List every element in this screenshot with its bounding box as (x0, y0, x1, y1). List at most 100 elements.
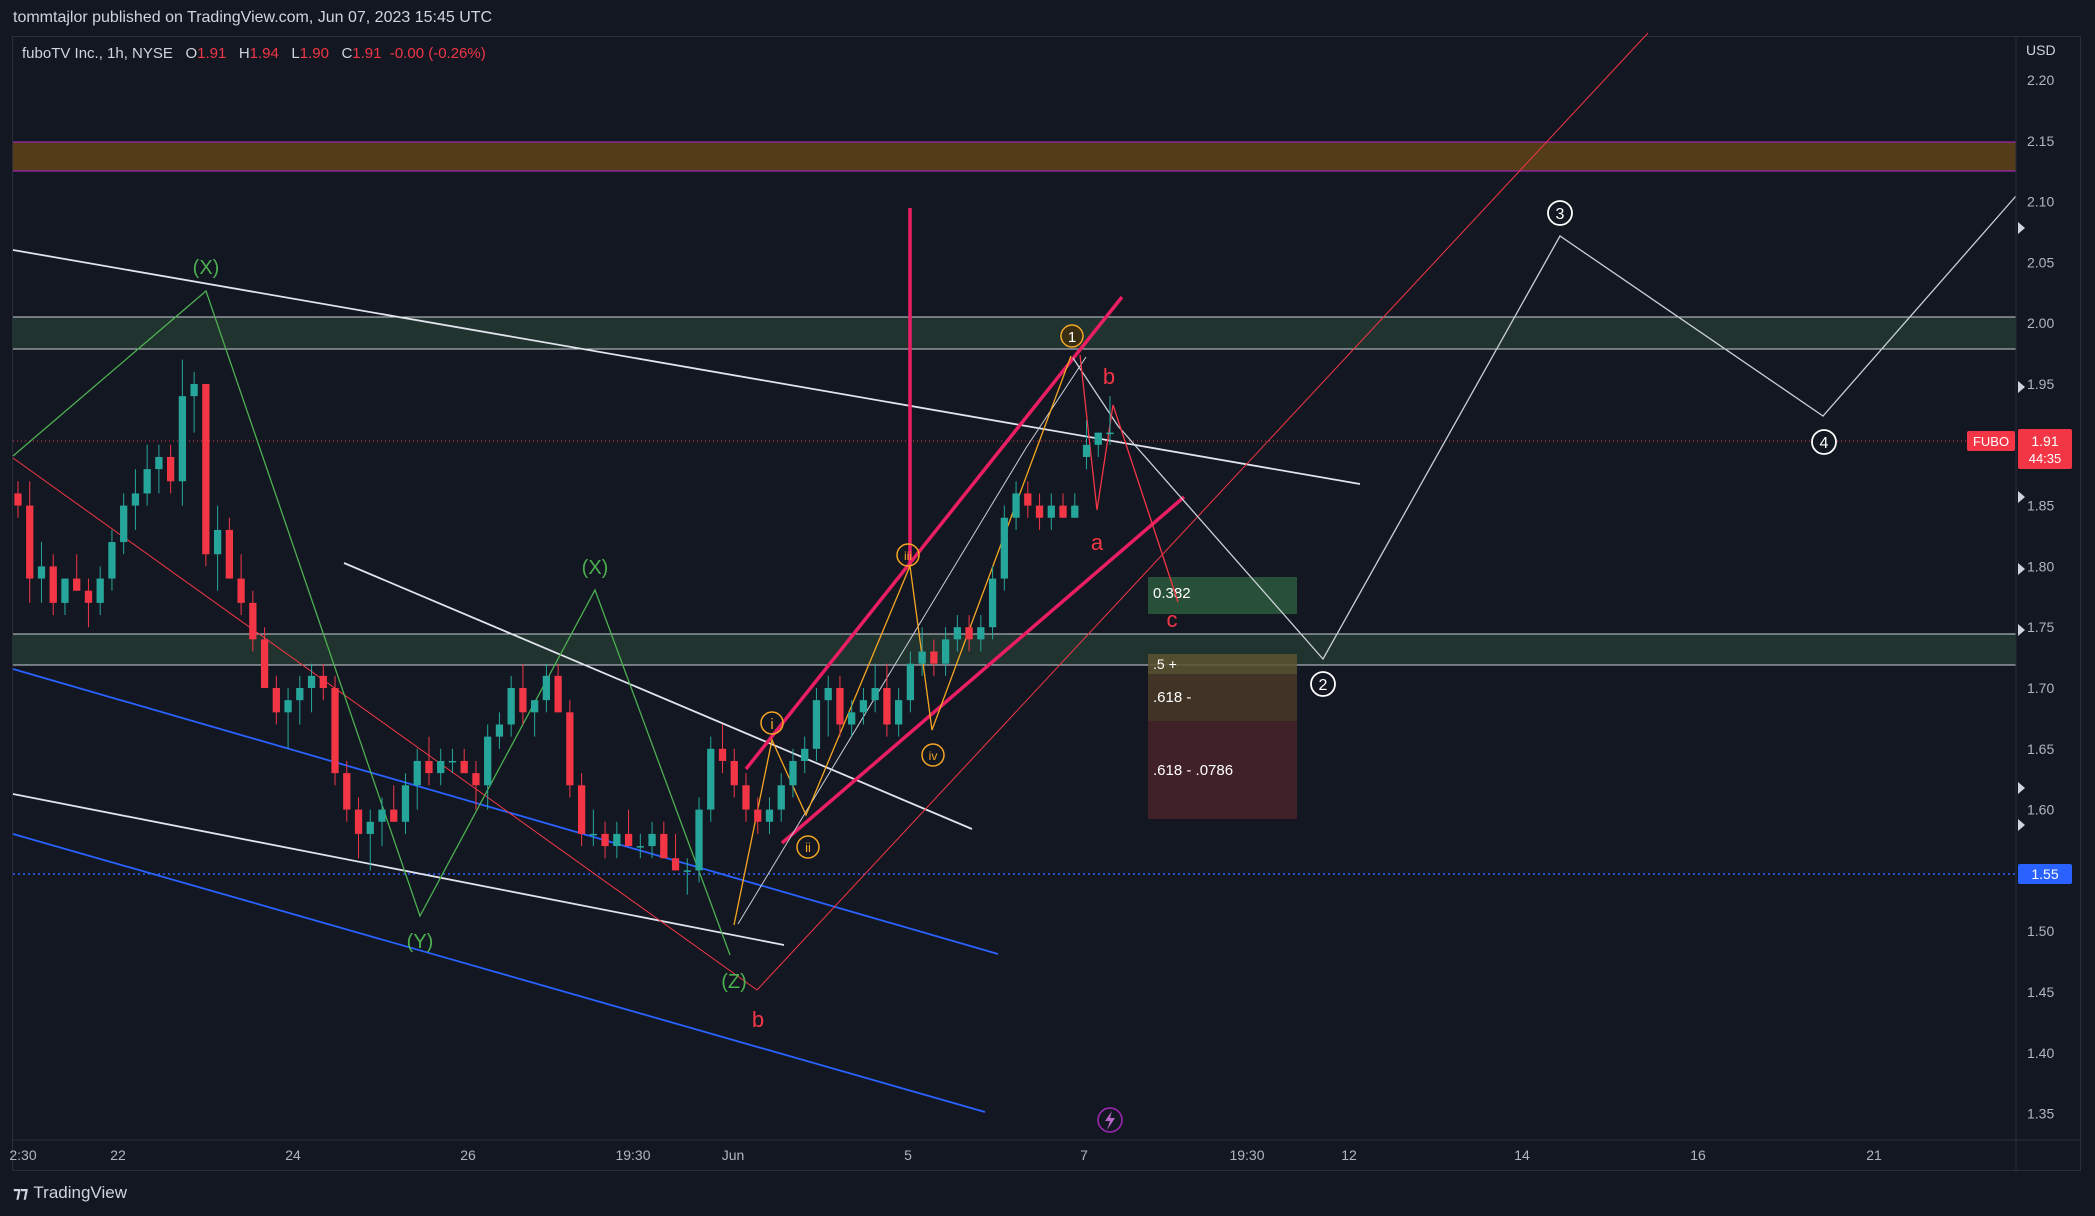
bullish-candle (448, 760, 457, 763)
bullish-candle (848, 712, 856, 725)
price-tick-label: 2.15 (2027, 133, 2054, 149)
bullish-candle (589, 833, 597, 836)
fib-label-0618: .618 - (1153, 689, 1191, 706)
bullish-candle (542, 675, 551, 701)
bullish-candle (1071, 505, 1079, 518)
bearish-candle (965, 627, 973, 640)
event-lightning-icon[interactable] (1097, 1107, 1123, 1133)
price-tick-label: 1.45 (2027, 984, 2054, 1000)
bearish-candle (272, 688, 280, 713)
bearish-candle (554, 675, 562, 713)
price-tick-label: 1.95 (2027, 376, 2054, 392)
bearish-candle (660, 833, 668, 859)
close-label: C (341, 45, 353, 62)
svg-text:ii: ii (805, 840, 811, 855)
bearish-candle (624, 833, 633, 847)
price-tick-label: 1.50 (2027, 923, 2054, 939)
bearish-candle (260, 639, 269, 688)
bullish-candle (1094, 432, 1102, 445)
axis-marker-icon (2018, 782, 2025, 794)
bullish-candle (988, 578, 997, 628)
bullish-candle (1000, 517, 1008, 579)
fib-label-0618-0786: .618 - .0786 (1153, 762, 1233, 779)
fib-label-0382: 0.382 (1153, 585, 1191, 602)
bullish-candle (765, 809, 774, 822)
white-wave-2: 2 (1310, 671, 1336, 697)
svg-text:3: 3 (1556, 206, 1565, 223)
change-value: -0.00 (-0.26%) (389, 45, 486, 62)
bearish-candle (566, 712, 574, 786)
bearish-candle (390, 809, 398, 822)
bullish-candle (1012, 493, 1020, 518)
bearish-candle (14, 493, 22, 506)
level-tag: 1.55 (2031, 866, 2058, 882)
white-trendline-3 (12, 793, 785, 946)
red-thin-uptrend (756, 32, 1649, 991)
bearish-candle (1035, 505, 1044, 518)
time-tick-label: 2:30 (9, 1147, 36, 1163)
price-tick-label: 2.20 (2027, 72, 2054, 88)
price-tick-label: 1.40 (2027, 1045, 2054, 1061)
tradingview-brand[interactable]: ⁊⁊ TradingView (13, 1183, 127, 1203)
open-value: 1.91 (197, 45, 227, 62)
bullish-candle (37, 566, 46, 579)
price-tick-label: 1.60 (2027, 802, 2054, 818)
bullish-candle (366, 821, 374, 834)
bullish-candle (96, 578, 104, 603)
wave-label-a: a (1091, 530, 1104, 555)
bullish-candle (683, 870, 691, 872)
chart-canvas[interactable]: 0.382 .5 + .618 - .618 - .0786 (X) (X) (… (0, 0, 2095, 1216)
currency-label[interactable]: USD (2026, 42, 2056, 58)
bullish-candle (61, 578, 69, 603)
bullish-candle (777, 785, 785, 810)
bearish-candle (730, 760, 738, 786)
svg-text:1: 1 (1068, 329, 1076, 346)
bullish-candle (178, 396, 187, 482)
bullish-candle (977, 627, 985, 640)
symbol-name[interactable]: fuboTV Inc., 1h, NYSE (22, 45, 173, 62)
bearish-candle (742, 785, 750, 810)
orange-wave-i: i (760, 711, 784, 735)
bullish-candle (531, 700, 539, 713)
bearish-candle (836, 688, 844, 725)
orange-wave-iv: iv (921, 743, 945, 767)
bullish-candle (190, 384, 198, 397)
svg-text:2: 2 (1319, 677, 1328, 694)
wave-label-x1: (X) (193, 257, 220, 279)
time-tick-label: 22 (110, 1147, 126, 1163)
bearish-candle (601, 833, 609, 847)
bullish-candle (284, 700, 292, 713)
bearish-candle (472, 773, 480, 786)
high-label: H (238, 45, 250, 62)
bearish-candle (73, 578, 81, 591)
bearish-candle (343, 773, 351, 810)
bullish-candle (895, 700, 903, 725)
time-tick-label: 19:30 (615, 1147, 650, 1163)
bearish-candle (460, 760, 468, 774)
bearish-candle (354, 809, 363, 834)
bearish-candle (718, 748, 727, 761)
symbol-legend[interactable]: fuboTV Inc., 1h, NYSE O1.91 H1.94 L1.90 … (22, 45, 486, 62)
bullish-candle (871, 688, 879, 701)
bullish-candle (413, 760, 421, 786)
bar-countdown: 44:35 (2029, 451, 2062, 466)
upper-support-zone (13, 317, 2016, 349)
bullish-candle (648, 833, 656, 847)
time-tick-label: 5 (904, 1147, 912, 1163)
price-tick-label: 2.00 (2027, 315, 2054, 331)
bearish-candle (249, 602, 257, 640)
price-tick-label: 1.35 (2027, 1106, 2054, 1122)
bullish-candle (213, 529, 222, 555)
bullish-candle (484, 736, 492, 786)
last-price-tag: 1.91 (2031, 433, 2058, 449)
bullish-candle (859, 700, 868, 713)
time-axis[interactable]: 2:30 22 24 26 19:30 Jun 5 7 19:30 12 14 16 21 (9, 1147, 1882, 1163)
price-axis[interactable]: 2.20 2.15 2.10 2.05 2.00 1.95 1.85 1.80 1.75 1.70… (2027, 72, 2054, 1122)
fib-label-05: .5 + (1153, 656, 1177, 672)
bullish-candle (918, 651, 926, 664)
resistance-zone (13, 142, 2016, 171)
bullish-candle (695, 809, 703, 871)
pink-channel-lower (780, 495, 1186, 845)
bearish-candle (577, 785, 586, 834)
candles (14, 359, 1114, 895)
